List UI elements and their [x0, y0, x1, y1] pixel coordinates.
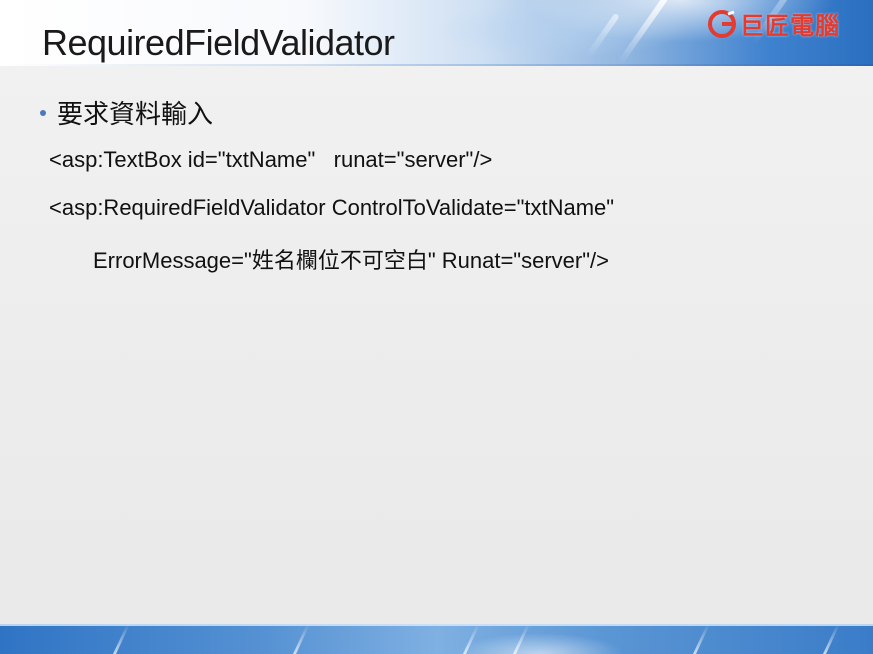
bullet-text: 要求資料輸入 [57, 100, 214, 130]
decorative-streak [113, 624, 130, 654]
decorative-streak [586, 12, 620, 58]
code-line-textbox: <asp:TextBox id="txtName" runat="server"… [49, 147, 493, 172]
bullet-item: 要求資料輸入 [40, 94, 213, 131]
decorative-streak [823, 624, 840, 654]
brand-logo: 巨匠電腦 [708, 6, 840, 41]
brand-logo-text: 巨匠電腦 [740, 12, 840, 40]
slide-title: RequiredFieldValidator [42, 22, 395, 63]
decorative-streak [463, 624, 480, 654]
decorative-streak [617, 0, 669, 65]
code-line-validator: <asp:RequiredFieldValidator ControlToVal… [49, 195, 615, 220]
bullet-dot-icon [40, 109, 46, 116]
brand-logo-icon [708, 9, 736, 38]
decorative-streak [513, 624, 530, 654]
code-line-error-message: ErrorMessage="姓名欄位不可空白" Runat="server"/> [93, 248, 609, 273]
decorative-streak [693, 624, 710, 654]
slide: RequiredFieldValidator 巨匠電腦 要求資料輸入 <asp:… [0, 0, 873, 654]
footer-band [0, 624, 873, 654]
decorative-streak [293, 624, 310, 654]
